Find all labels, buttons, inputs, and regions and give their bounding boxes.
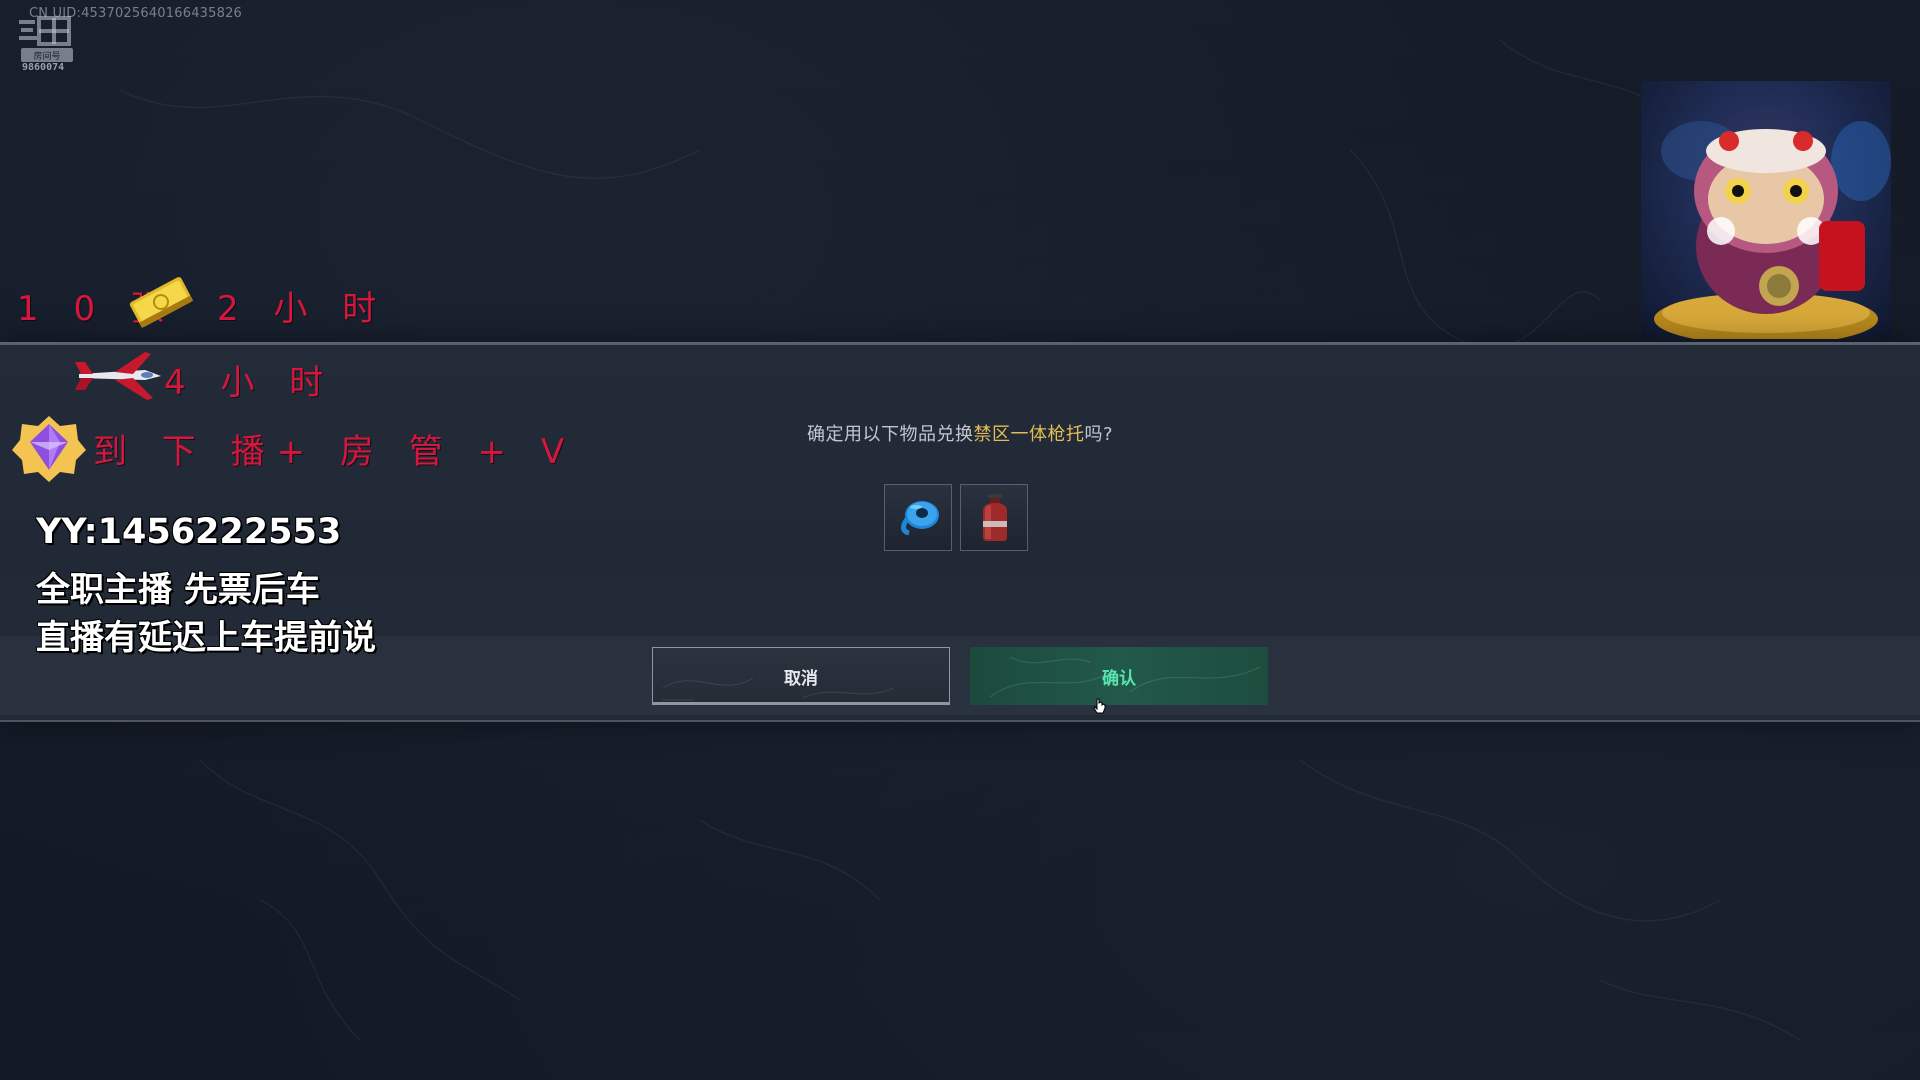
prompt-prefix: 确定用以下物品兑换: [806, 424, 974, 445]
red-jet-icon: [75, 352, 161, 400]
ticket-duration-text: 2 小 时: [217, 289, 389, 329]
cancel-label: 取消: [784, 668, 818, 689]
plane-duration-text: 4 小 时: [164, 363, 336, 403]
uid-label: CN UID:4537025640166435826: [29, 6, 243, 21]
lion-figurine-image: [1654, 121, 1891, 339]
rank-reward-text: 到 下 播+ 房 管 + V: [93, 432, 577, 472]
prompt-suffix: 吗?: [1084, 424, 1114, 445]
game-screen: 房间号 CN UID:4537025640166435826 9860074 确…: [0, 0, 1920, 1080]
mouse-cursor-icon: [1093, 698, 1106, 714]
gas-canister-icon: [983, 494, 1007, 541]
streamer-webcam: [1641, 81, 1891, 339]
cancel-button[interactable]: 取消: [652, 647, 950, 705]
yy-contact-text: YY:1456222553: [36, 512, 342, 552]
confirm-label: 确认: [1102, 668, 1136, 689]
target-item-name: 禁区一体枪托: [973, 424, 1085, 445]
purple-diamond-badge-icon: [12, 416, 86, 482]
confirm-button[interactable]: 确认: [970, 647, 1268, 705]
blue-tape-roll-icon: [901, 501, 939, 536]
cost-item-slot[interactable]: [960, 484, 1028, 551]
delay-notice-text: 直播有延迟上车提前说: [36, 618, 376, 658]
svg-text:房间号: 房间号: [33, 50, 60, 62]
cost-item-slot[interactable]: [884, 484, 952, 551]
gold-ticket-icon: [129, 277, 194, 328]
streamer-policy-text: 全职主播 先票后车: [36, 570, 320, 610]
room-number: 9860074: [22, 62, 65, 73]
